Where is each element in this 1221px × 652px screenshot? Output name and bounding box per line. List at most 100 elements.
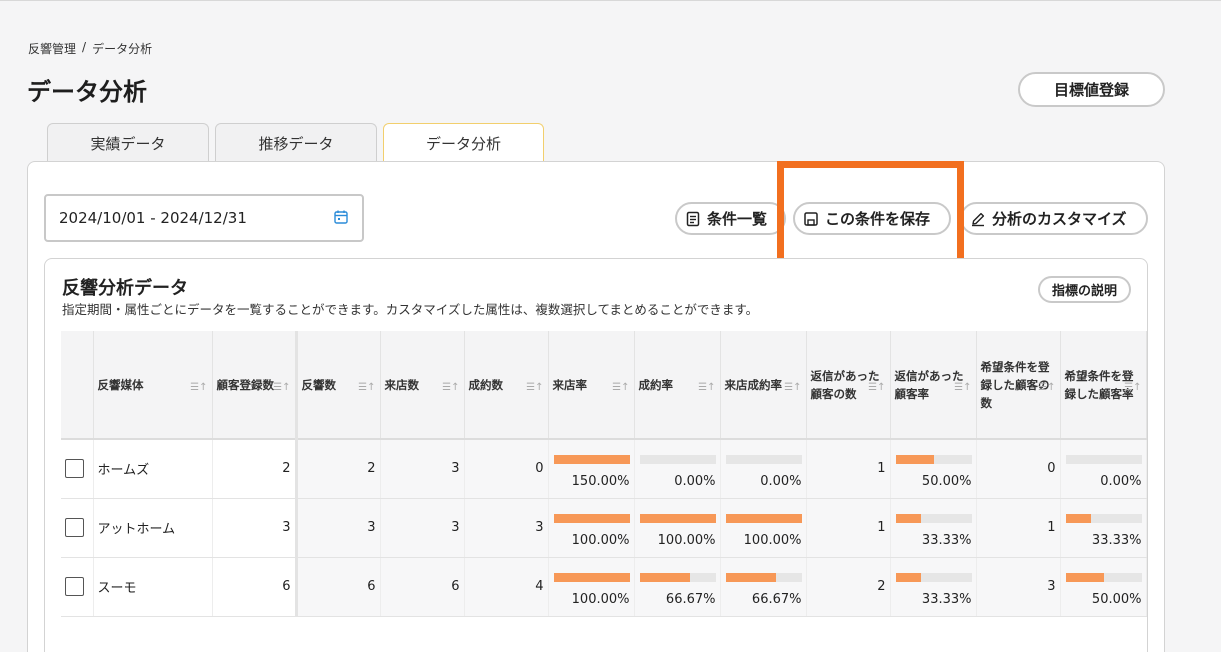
metric-explanation-button[interactable]: 指標の説明: [1038, 276, 1131, 303]
document-list-icon: [686, 211, 700, 226]
sort-icon[interactable]: ☰↑: [273, 379, 290, 397]
rate-value: 150.00%: [571, 474, 630, 489]
header-cell[interactable]: 反響媒体 ☰↑: [93, 331, 213, 440]
count-cell: 2: [806, 557, 891, 617]
rate-bar: [639, 513, 716, 523]
highlight-box: [777, 161, 964, 267]
customize-analysis-label: 分析のカスタマイズ: [992, 210, 1127, 228]
date-range-value: 2024/10/01 - 2024/12/31: [59, 209, 247, 227]
rate-bar: [725, 455, 802, 464]
breadcrumb-separator: /: [82, 40, 87, 54]
header-cell[interactable]: 来店率 ☰↑: [548, 331, 635, 440]
header-cell[interactable]: 来店成約率 ☰↑: [720, 331, 807, 440]
rate-bar: [553, 455, 630, 464]
table-row: アットホーム 3 3 3 3 100.00% 100.00% 100.00% 1 33.33% 1 3…: [61, 498, 1147, 558]
rate-cell: 50.00%: [1060, 557, 1147, 617]
rate-cell: 0.00%: [720, 439, 807, 499]
tab-data-analysis[interactable]: データ分析: [383, 123, 544, 162]
rate-bar-fill: [639, 513, 716, 523]
rate-value: 100.00%: [571, 591, 630, 607]
breadcrumb-parent-link[interactable]: 反響管理: [28, 40, 76, 57]
rate-bar: [1065, 572, 1142, 582]
sort-icon[interactable]: ☰↑: [868, 379, 885, 397]
analysis-table: 反響媒体 ☰↑ 顧客登録数 ☰↑ 反響数 ☰↑ 来店数 ☰↑ 成約数 ☰↑ 来店率 ☰↑ 成…: [61, 331, 1147, 617]
card-title: 反響分析データ: [62, 278, 188, 299]
sort-icon[interactable]: ☰↑: [442, 379, 459, 397]
rate-bar-fill: [895, 513, 921, 523]
rate-bar: [1065, 455, 1142, 464]
rate-value: 33.33%: [921, 591, 972, 607]
header-cell[interactable]: 顧客登録数 ☰↑: [212, 331, 298, 440]
rate-bar-fill: [1065, 513, 1091, 523]
calendar-icon[interactable]: [334, 210, 348, 224]
rate-bar-fill: [553, 572, 630, 582]
sort-icon[interactable]: ☰↑: [954, 379, 971, 397]
sort-icon[interactable]: ☰↑: [190, 379, 207, 397]
rate-value: 50.00%: [1091, 591, 1142, 607]
rate-value: 66.67%: [751, 591, 802, 607]
sort-icon[interactable]: ☰↑: [358, 379, 375, 397]
rate-cell: 0.00%: [1060, 439, 1147, 499]
header-checkbox-cell: [61, 331, 94, 440]
header-cell[interactable]: 成約率 ☰↑: [634, 331, 721, 440]
sort-icon[interactable]: ☰↑: [698, 379, 715, 397]
row-checkbox-cell: [61, 439, 94, 499]
registered-cell: 3: [212, 498, 298, 558]
header-cell[interactable]: 反響数 ☰↑: [296, 331, 381, 440]
rate-bar: [639, 455, 716, 464]
rate-value: 66.67%: [665, 591, 716, 607]
rate-bar-fill: [1065, 572, 1104, 582]
response-analysis-card: 反響分析データ 指定期間・属性ごとにデータを一覧することができます。カスタマイズ…: [44, 258, 1148, 652]
sort-icon[interactable]: ☰↑: [612, 379, 629, 397]
count-cell: 0: [976, 439, 1061, 499]
row-checkbox[interactable]: [65, 518, 84, 537]
rate-cell: 33.33%: [1060, 498, 1147, 558]
rate-cell: 100.00%: [548, 498, 635, 558]
rate-bar-fill: [895, 572, 921, 582]
media-name-cell: アットホーム: [93, 498, 213, 558]
rate-bar: [895, 455, 972, 464]
register-goal-button[interactable]: 目標値登録: [1018, 72, 1165, 107]
count-cell: 0: [464, 439, 549, 499]
table-row: ホームズ 2 2 3 0 150.00% 0.00% 0.00% 1 50.00% 0 0.00%: [61, 439, 1147, 499]
count-cell: 6: [296, 557, 381, 617]
header-cell[interactable]: 返信があった顧客の数 ☰↑: [806, 331, 891, 440]
tab-trends[interactable]: 推移データ: [215, 123, 377, 162]
rate-value: 0.00%: [1100, 474, 1142, 489]
header-cell[interactable]: 返信があった顧客率 ☰↑: [890, 331, 977, 440]
row-checkbox[interactable]: [65, 459, 84, 479]
rate-cell: 66.67%: [634, 557, 721, 617]
rate-cell: 100.00%: [548, 557, 635, 617]
customize-analysis-button[interactable]: 分析のカスタマイズ: [960, 202, 1148, 235]
header-cell[interactable]: 希望条件を登録した顧客率 ☰↑: [1060, 331, 1147, 440]
sort-icon[interactable]: ☰↑: [1038, 379, 1055, 397]
sort-icon[interactable]: ☰↑: [784, 379, 801, 397]
condition-list-label: 条件一覧: [707, 210, 768, 228]
header-cell[interactable]: 来店数 ☰↑: [380, 331, 465, 440]
registered-cell: 6: [212, 557, 298, 617]
date-range-input[interactable]: 2024/10/01 - 2024/12/31: [44, 194, 364, 242]
rate-cell: 50.00%: [890, 439, 977, 499]
rate-bar: [553, 572, 630, 582]
table-header-row: 反響媒体 ☰↑ 顧客登録数 ☰↑ 反響数 ☰↑ 来店数 ☰↑ 成約数 ☰↑ 来店率 ☰↑ 成…: [61, 331, 1147, 440]
rate-bar-fill: [553, 455, 630, 464]
rate-value: 0.00%: [760, 474, 802, 489]
media-name-cell: スーモ: [93, 557, 213, 617]
page-title: データ分析: [27, 78, 147, 106]
sort-icon[interactable]: ☰↑: [1124, 379, 1141, 397]
rate-cell: 66.67%: [720, 557, 807, 617]
header-cell[interactable]: 成約数 ☰↑: [464, 331, 549, 440]
row-checkbox-cell: [61, 498, 94, 558]
row-checkbox[interactable]: [65, 577, 84, 596]
rate-bar: [725, 572, 802, 582]
tab-bar: 実績データ 推移データ データ分析: [47, 123, 544, 162]
header-cell[interactable]: 希望条件を登録した顧客の数 ☰↑: [976, 331, 1061, 440]
sort-icon[interactable]: ☰↑: [526, 379, 543, 397]
count-cell: 2: [296, 439, 381, 499]
condition-list-button[interactable]: 条件一覧: [675, 202, 786, 235]
tab-results[interactable]: 実績データ: [47, 123, 209, 162]
top-divider: [0, 0, 1221, 1]
rate-value: 33.33%: [1091, 532, 1142, 548]
rate-bar-fill: [725, 572, 777, 582]
count-cell: 3: [296, 498, 381, 558]
